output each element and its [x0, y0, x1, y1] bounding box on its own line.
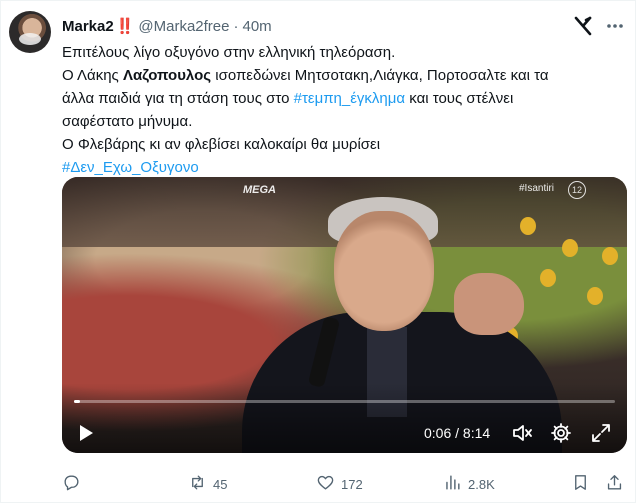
share-icon — [605, 473, 624, 495]
volume-muted-icon[interactable] — [511, 422, 533, 444]
text-fragment: άλλα παιδιά για τη στάση τους στο — [62, 90, 294, 107]
fullscreen-icon[interactable] — [590, 422, 612, 444]
views-count: 2.8K — [468, 476, 495, 492]
tweet-actions: 45 172 2.8K — [62, 471, 627, 495]
more-options-icon[interactable] — [605, 15, 625, 37]
current-time: 0:06 — [424, 425, 452, 441]
channel-logo: MEGA — [243, 184, 276, 196]
tweet-card[interactable]: Marka2 ‼️ @Marka2free · 40m Επιτέλους λί… — [0, 0, 636, 503]
text-line: σαφέστατο μήνυμα. — [62, 113, 193, 130]
text-line: Ο Φλεβάρης κι αν φλεβίσει καλοκαίρι θα μ… — [62, 136, 381, 153]
bold-name: Λαζοπουλος — [122, 67, 212, 84]
time-separator: / — [451, 425, 463, 441]
timestamp[interactable]: 40m — [242, 18, 271, 35]
grok-icon[interactable] — [572, 15, 594, 37]
reply-button[interactable] — [62, 473, 87, 495]
separator: · — [233, 17, 239, 35]
retweet-count: 45 — [213, 476, 228, 492]
hashtag-link[interactable]: #τεμπη_έγκλημα — [294, 90, 405, 107]
avatar[interactable] — [9, 11, 51, 53]
bookmark-button[interactable] — [571, 473, 590, 495]
like-button[interactable]: 172 — [316, 473, 363, 495]
play-icon[interactable] — [76, 423, 96, 443]
retweet-button[interactable]: 45 — [188, 473, 227, 495]
person-head — [334, 211, 434, 331]
text-line: Ο Λάκης Λαζοπουλος ισοπεδώνει Μητσοτακη,… — [62, 64, 622, 87]
person-hand — [454, 273, 524, 335]
video-timecode: 0:06 / 8:14 — [424, 425, 490, 441]
retweet-icon — [188, 473, 207, 495]
on-screen-hashtag: #Isantiri — [519, 183, 555, 194]
progress-fill — [74, 400, 81, 403]
share-button[interactable] — [605, 473, 624, 495]
like-icon — [316, 473, 335, 495]
tweet-header: Marka2 ‼️ @Marka2free · 40m — [62, 16, 272, 36]
views-icon — [443, 473, 462, 495]
author-badge: ‼️ — [115, 18, 135, 35]
controls-overlay — [62, 383, 627, 453]
duration: 8:14 — [462, 425, 491, 441]
text-fragment: Ο Λάκης — [62, 67, 123, 84]
author-handle[interactable]: @Marka2free — [138, 18, 229, 35]
text-fragment: ισοπεδώνει Μητσοτακη,Λιάγκα, Πορτοσαλτε … — [211, 67, 549, 84]
text-line: #Δεν_Εχω_Οξυγονο — [62, 156, 622, 179]
like-count: 172 — [341, 476, 363, 492]
tweet-text: Επιτέλους λίγο οξυγόνο στην ελληνική τηλ… — [62, 41, 622, 179]
progress-bar[interactable] — [74, 400, 615, 403]
video-player[interactable]: MEGA #Isantiri 12 0:06 / 8:14 — [62, 177, 627, 453]
text-line: άλλα παιδιά για τη στάση τους στο #τεμπη… — [62, 87, 622, 110]
author-name[interactable]: Marka2 — [62, 18, 114, 35]
reply-icon — [62, 473, 81, 495]
settings-icon[interactable] — [550, 422, 572, 444]
rating-badge: 12 — [568, 181, 586, 199]
text-fragment: και τους στέλνει — [405, 90, 514, 107]
bookmark-icon — [571, 473, 590, 495]
hashtag-link[interactable]: #Δεν_Εχω_Οξυγονο — [62, 159, 199, 176]
views-button[interactable]: 2.8K — [443, 473, 495, 495]
text-line: Επιτέλους λίγο οξυγόνο στην ελληνική τηλ… — [62, 44, 396, 61]
